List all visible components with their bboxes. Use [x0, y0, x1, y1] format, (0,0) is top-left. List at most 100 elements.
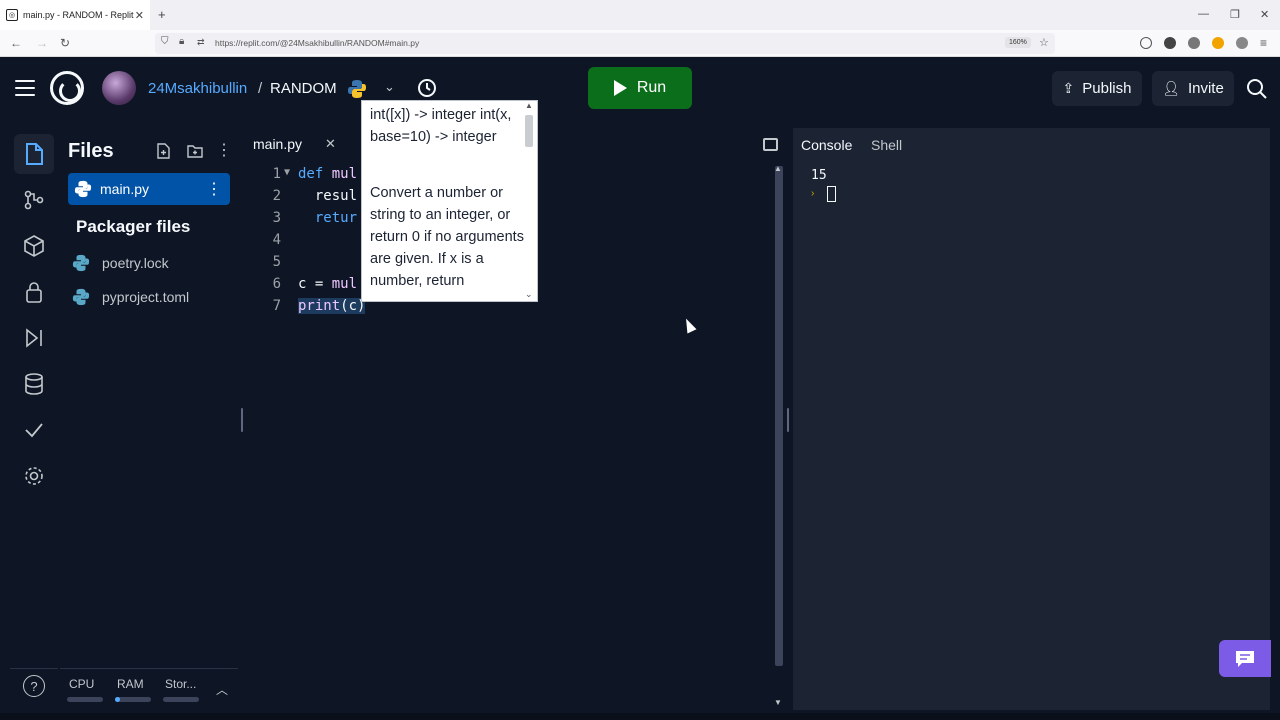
line-number: 3: [272, 210, 281, 226]
tooltip-scrollbar[interactable]: [525, 115, 533, 147]
address-bar[interactable]: ⛉ 🔒︎ ⇄ https://replit.com/@24Msakhibulli…: [155, 33, 1055, 54]
browser-menu-icon[interactable]: ≡: [1260, 36, 1267, 50]
database-icon[interactable]: [18, 368, 50, 400]
username-link[interactable]: 24Msakhibullin: [148, 80, 247, 97]
console-pane: Console Shell 15 ›: [793, 128, 1270, 710]
gear-icon[interactable]: [18, 460, 50, 492]
reload-icon[interactable]: ↻: [60, 36, 70, 50]
url-text: https://replit.com/@24Msakhibullin/RANDO…: [215, 38, 420, 48]
repl-name[interactable]: RANDOM: [270, 80, 337, 97]
help-icon[interactable]: ?: [23, 675, 45, 697]
rail-footer: ?: [10, 668, 58, 710]
replit-header: 24Msakhibullin / RANDOM ⌄ Run ⇪ Publish …: [0, 57, 1280, 120]
zoom-level-badge[interactable]: 160%: [1005, 37, 1031, 48]
code-text: def mul: [298, 166, 358, 182]
ram-label: RAM: [117, 677, 144, 691]
close-editor-tab-icon[interactable]: ✕: [325, 136, 336, 152]
files-more-icon[interactable]: ⋮: [216, 140, 234, 159]
cpu-usage-bar: [67, 697, 103, 702]
browser-tab[interactable]: ◎ main.py - RANDOM - Replit ✕: [0, 0, 150, 30]
chevron-up-icon[interactable]: ︿: [216, 681, 228, 698]
editor-tab-main-py[interactable]: main.py: [253, 136, 302, 152]
console-output-line: 15: [811, 168, 827, 183]
tab-shell[interactable]: Shell: [871, 137, 902, 153]
run-button[interactable]: Run: [588, 67, 692, 109]
extension-v-icon[interactable]: [1164, 37, 1176, 49]
line-number: 5: [272, 254, 281, 270]
tab-console[interactable]: Console: [801, 137, 852, 153]
invite-button[interactable]: 👤︎ Invite: [1152, 71, 1234, 106]
storage-usage-bar: [163, 697, 199, 702]
hamburger-menu-icon[interactable]: [15, 80, 35, 96]
add-user-icon: 👤︎: [1162, 80, 1180, 96]
file-item-label: main.py: [100, 181, 150, 197]
left-panel-resize-handle[interactable]: [241, 408, 243, 432]
extension-globe-icon[interactable]: [1236, 37, 1248, 49]
storage-label: Stor...: [165, 677, 197, 691]
python-language-icon[interactable]: [347, 79, 367, 99]
tooltip-scroll-up-icon[interactable]: ▲: [525, 101, 533, 110]
python-file-icon: [72, 254, 90, 272]
avatar[interactable]: [102, 71, 136, 105]
file-item-pyproject-toml[interactable]: pyproject.toml: [72, 288, 189, 306]
invite-label: Invite: [1187, 80, 1224, 97]
secrets-lock-icon[interactable]: [18, 276, 50, 308]
search-icon[interactable]: [1245, 77, 1269, 101]
bookmark-star-icon[interactable]: ☆: [1039, 36, 1049, 49]
packager-files-heading: Packager files: [76, 217, 191, 236]
replit-logo-icon[interactable]: [50, 71, 84, 105]
python-file-icon: [74, 180, 92, 198]
chat-bubble-icon: [1236, 650, 1254, 667]
close-window-icon[interactable]: ✕: [1260, 8, 1269, 21]
file-item-label: poetry.lock: [102, 255, 169, 271]
close-tab-icon[interactable]: ✕: [135, 9, 144, 22]
files-panel: Files ⋮ main.py ⋮ Packager files poetry.…: [60, 128, 238, 710]
checkmark-tests-icon[interactable]: [18, 414, 50, 446]
history-icon[interactable]: [416, 77, 438, 99]
permissions-icon[interactable]: ⇄: [197, 37, 205, 48]
chat-support-button[interactable]: [1219, 640, 1271, 677]
new-file-icon[interactable]: [154, 142, 172, 160]
editor-scrollbar[interactable]: [775, 166, 783, 666]
tool-rail: [10, 128, 58, 710]
resources-footer[interactable]: CPU RAM Stor... ︿: [60, 668, 238, 710]
line-number: 2: [272, 188, 281, 204]
extension-icon[interactable]: [1188, 37, 1200, 49]
console-input-cursor[interactable]: [827, 186, 836, 202]
packages-cube-icon[interactable]: [18, 230, 50, 262]
fold-arrow-icon[interactable]: ▼: [284, 167, 290, 178]
back-icon[interactable]: ←: [10, 36, 22, 50]
new-folder-icon[interactable]: [186, 142, 204, 160]
shield-icon[interactable]: ⛉: [161, 36, 169, 47]
git-icon[interactable]: [18, 184, 50, 216]
cpu-label: CPU: [69, 677, 95, 691]
right-panel-resize-handle[interactable]: [787, 408, 789, 432]
extension-coin-icon[interactable]: [1212, 37, 1224, 49]
new-tab-button[interactable]: +: [158, 7, 166, 22]
chevron-down-icon[interactable]: ⌄: [384, 79, 395, 95]
files-tool-icon[interactable]: [14, 134, 54, 174]
signature-help-tooltip[interactable]: int([x]) -> integer int(x, base=10) -> i…: [361, 100, 538, 302]
file-item-main-py[interactable]: main.py ⋮: [68, 173, 230, 205]
maximize-icon[interactable]: ❐: [1230, 8, 1240, 21]
publish-button[interactable]: ⇪ Publish: [1052, 71, 1142, 106]
taskbar-edge: [0, 713, 1280, 720]
pocket-icon[interactable]: [1140, 37, 1152, 49]
lock-icon[interactable]: 🔒︎: [179, 36, 184, 47]
browser-nav-bar: ← → ↻ ⛉ 🔒︎ ⇄ https://replit.com/@24Msakh…: [0, 30, 1280, 57]
editor-layout-icon[interactable]: [763, 138, 778, 151]
code-text: retur: [314, 210, 358, 226]
file-item-label: pyproject.toml: [102, 289, 190, 305]
scroll-down-icon[interactable]: ▼: [774, 698, 782, 707]
file-item-poetry-lock[interactable]: poetry.lock: [72, 254, 169, 272]
code-text: c = mul: [298, 276, 358, 292]
tooltip-scroll-down-icon[interactable]: ⌄: [525, 289, 533, 300]
scroll-up-icon[interactable]: ▲: [774, 164, 782, 173]
debugger-icon[interactable]: [18, 322, 50, 354]
forward-icon[interactable]: →: [36, 36, 48, 50]
code-text: print(c): [298, 298, 366, 314]
minimize-icon[interactable]: —: [1198, 8, 1209, 20]
ram-usage-fill: [115, 697, 120, 702]
browser-tab-title: main.py - RANDOM - Replit: [23, 10, 134, 20]
file-options-icon[interactable]: ⋮: [206, 179, 222, 199]
